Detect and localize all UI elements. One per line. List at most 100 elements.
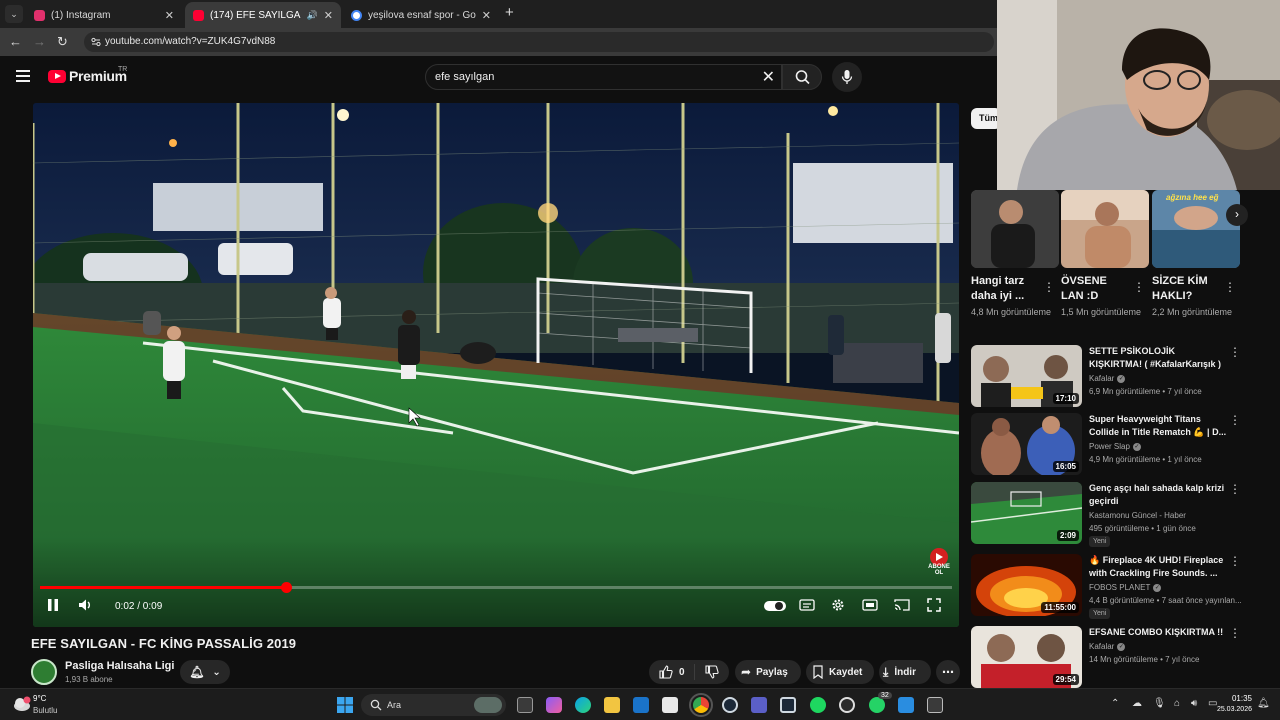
more-vert-icon[interactable]: ⋮ — [1229, 345, 1241, 359]
steam-icon[interactable] — [780, 697, 796, 713]
weather-condition[interactable]: Bulutlu — [33, 706, 57, 715]
outlook-icon[interactable] — [633, 697, 649, 713]
channel-name[interactable]: Pasliga Halısaha Ligi — [65, 660, 174, 672]
copilot-icon[interactable] — [546, 697, 562, 713]
short-thumbnail[interactable]: ağzına hee eğ — [1152, 190, 1240, 268]
short-thumbnail[interactable] — [971, 190, 1059, 268]
tab-youtube[interactable]: (174) EFE SAYILGAN - FC Kİ 🔊 ✕ — [185, 2, 341, 28]
more-vert-icon[interactable]: ⋮ — [1229, 482, 1241, 496]
search-button[interactable] — [782, 64, 822, 90]
reload-icon[interactable]: ↻ — [57, 34, 68, 50]
chrome-icon[interactable] — [689, 693, 713, 717]
download-button[interactable]: ⤓ İndir — [879, 660, 931, 684]
close-icon[interactable]: ✕ — [324, 9, 333, 22]
progress-bar[interactable] — [40, 582, 952, 593]
cast-icon[interactable] — [894, 598, 910, 612]
github-icon[interactable] — [839, 697, 855, 713]
volume-icon[interactable]: 🔊︎ — [1191, 698, 1197, 709]
save-button[interactable]: Kaydet — [806, 660, 874, 684]
forward-icon[interactable]: → — [33, 34, 46, 50]
speaker-icon[interactable]: 🔊 — [307, 10, 318, 21]
rec-channel[interactable]: Kastamonu Güncel - Haber — [1089, 511, 1186, 520]
close-icon[interactable]: ✕ — [165, 9, 174, 22]
site-info-icon[interactable] — [90, 36, 102, 48]
rec-thumbnail[interactable]: 2:09 — [971, 482, 1082, 544]
weather-cloud-icon[interactable] — [12, 695, 32, 713]
remote-app-icon[interactable] — [898, 697, 914, 713]
more-vert-icon[interactable]: ⋮ — [1224, 280, 1236, 294]
back-icon[interactable]: ← — [9, 34, 22, 50]
settings-gear-icon[interactable] — [831, 598, 845, 612]
rec-title[interactable]: Super Heavyweight Titans Collide in Titl… — [1089, 413, 1229, 439]
shorts-next-button[interactable]: › — [1226, 204, 1248, 226]
like-button[interactable]: 0 — [649, 664, 695, 680]
youtube-premium-logo[interactable]: Premium — [48, 68, 127, 84]
fullscreen-icon[interactable] — [927, 598, 941, 612]
more-vert-icon[interactable]: ⋮ — [1133, 280, 1145, 294]
rec-title[interactable]: 🔥 Fireplace 4K UHD! Fireplace with Crack… — [1089, 554, 1229, 580]
tab-search-button[interactable]: ⌄ — [5, 5, 23, 23]
windows-start-icon[interactable] — [337, 697, 353, 713]
more-vert-icon[interactable]: ⋮ — [1229, 626, 1241, 640]
task-view-icon[interactable] — [517, 697, 533, 713]
recommendation-item[interactable]: 16:05 Super Heavyweight Titans Collide i… — [971, 413, 1280, 477]
short-card[interactable]: ÖVSENE LAN :D 1,5 Mn görüntüleme ⋮ — [1061, 190, 1149, 319]
teams-icon[interactable] — [751, 697, 767, 713]
edge-icon[interactable] — [575, 697, 591, 713]
notifications-bell-icon[interactable]: 🔔︎ — [1257, 698, 1270, 709]
autoplay-toggle-icon[interactable] — [764, 600, 786, 612]
recommendation-item[interactable]: 29:54 EFSANE COMBO KIŞKIRTMA !! Kafalar ✓… — [971, 626, 1280, 690]
rec-thumbnail[interactable]: 11:55:00 — [971, 554, 1082, 616]
rec-channel[interactable]: Kafalar ✓ — [1089, 374, 1126, 383]
clock-date[interactable]: 25.03.2026 — [1212, 706, 1252, 713]
onedrive-icon[interactable]: ☁ — [1132, 698, 1142, 709]
more-vert-icon[interactable]: ⋮ — [1229, 554, 1241, 568]
tab-google[interactable]: yeşilova esnaf spor - Google'da ✕ — [343, 2, 499, 28]
rec-title[interactable]: SETTE PSİKOLOJİK KIŞKIRTMA! ( #KafalarKa… — [1089, 345, 1229, 371]
short-title[interactable]: Hangi tarz daha iyi ... — [971, 274, 1041, 304]
subscription-button[interactable]: 🔔︎ ⌄ — [180, 660, 230, 684]
recommendation-item[interactable]: 17:10 SETTE PSİKOLOJİK KIŞKIRTMA! ( #Kaf… — [971, 345, 1280, 409]
file-explorer-icon[interactable] — [604, 697, 620, 713]
rec-thumbnail[interactable]: 16:05 — [971, 413, 1082, 475]
rec-channel[interactable]: Power Slap ✓ — [1089, 442, 1141, 451]
rec-channel[interactable]: FOBOS PLANET ✓ — [1089, 583, 1162, 592]
rec-title[interactable]: EFSANE COMBO KIŞKIRTMA !! — [1089, 626, 1229, 639]
volume-icon[interactable] — [78, 598, 94, 612]
recommendation-item[interactable]: 2:09 Genç aşçı halı sahada kalp krizi ge… — [971, 482, 1280, 547]
thumbs-down-icon[interactable] — [695, 665, 729, 679]
short-thumbnail[interactable] — [1061, 190, 1149, 268]
pause-icon[interactable] — [46, 598, 60, 612]
rec-title[interactable]: Genç aşçı halı sahada kalp krizi geçirdi — [1089, 482, 1229, 508]
video-player[interactable]: ABONE OL 0:02 / 0:09 — [33, 103, 959, 627]
subtitles-icon[interactable] — [799, 598, 815, 612]
rec-channel[interactable]: Kafalar ✓ — [1089, 642, 1126, 651]
taskbar-search-input[interactable]: Ara — [361, 694, 506, 716]
microphone-icon[interactable]: 🎙︎ — [1153, 698, 1166, 709]
tab-instagram[interactable]: (1) Instagram ✕ — [26, 2, 182, 28]
channel-avatar[interactable] — [31, 659, 57, 685]
new-tab-button[interactable]: + — [505, 5, 514, 21]
more-actions-button[interactable]: ⋯ — [936, 660, 960, 684]
voice-search-button[interactable] — [832, 62, 862, 92]
short-title[interactable]: SİZCE KİM HAKLI? — [1152, 274, 1222, 304]
show-hidden-icons[interactable]: ⌃ — [1111, 698, 1119, 709]
more-vert-icon[interactable]: ⋮ — [1043, 280, 1055, 294]
short-title[interactable]: ÖVSENE LAN :D — [1061, 274, 1131, 304]
more-vert-icon[interactable]: ⋮ — [1229, 413, 1241, 427]
network-icon[interactable]: ⌂ — [1174, 698, 1180, 709]
microsoft-store-icon[interactable] — [662, 697, 678, 713]
search-input[interactable]: efe sayılgan ✕ — [425, 64, 782, 90]
short-card[interactable]: Hangi tarz daha iyi ... 4,8 Mn görüntüle… — [971, 190, 1059, 319]
menu-icon[interactable] — [16, 70, 30, 82]
share-button[interactable]: ➦ Paylaş — [735, 660, 801, 684]
clear-search-icon[interactable]: ✕ — [762, 67, 775, 87]
theater-mode-icon[interactable] — [862, 598, 878, 612]
url-field[interactable]: youtube.com/watch?v=ZUK4G7vdN88 — [84, 32, 994, 52]
whatsapp-icon[interactable] — [869, 697, 885, 713]
clock-time[interactable]: 01:35 — [1222, 694, 1252, 703]
recommendation-item[interactable]: 11:55:00 🔥 Fireplace 4K UHD! Fireplace w… — [971, 554, 1280, 619]
rec-thumbnail[interactable]: 17:10 — [971, 345, 1082, 407]
rec-thumbnail[interactable]: 29:54 — [971, 626, 1082, 688]
spotify-icon[interactable] — [810, 697, 826, 713]
